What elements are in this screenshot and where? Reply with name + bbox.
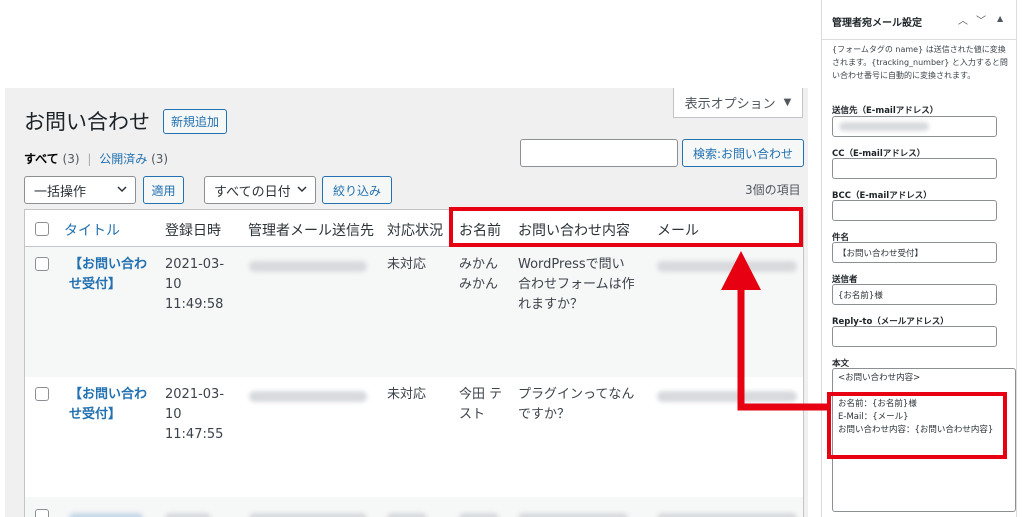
cutoff-status <box>387 513 427 517</box>
bulk-action-select[interactable]: 一括操作 <box>24 176 136 204</box>
search-button[interactable]: 検索:お問い合わせ <box>682 139 804 167</box>
blurred-admin-email <box>249 391 367 402</box>
row-checkbox[interactable] <box>35 387 49 401</box>
table-row <box>25 497 803 517</box>
column-title[interactable]: タイトル <box>64 220 120 240</box>
to-input[interactable] <box>832 116 997 137</box>
blurred-email <box>657 261 797 272</box>
body-line-1: <お問い合わせ内容> <box>838 373 921 383</box>
filter-published-link[interactable]: 公開済み <box>99 152 147 166</box>
screen-options-button[interactable]: 表示オプション ▼ <box>673 88 803 118</box>
filter-published-count: (3) <box>151 152 169 166</box>
date-filter-select[interactable]: すべての日付 <box>204 176 316 204</box>
screen-options-label: 表示オプション <box>684 97 776 112</box>
blurred-admin-email <box>249 513 367 517</box>
panel-description: {フォームタグの name} は送信された値に変換されます。{tracking_… <box>832 45 1008 80</box>
blurred-to-address <box>839 122 929 131</box>
row-status: 未対応 <box>387 257 427 272</box>
highlight-body-box <box>827 392 1007 459</box>
collapse-toggle-icon[interactable]: ▲ <box>997 14 1003 23</box>
row-checkbox[interactable] <box>35 509 49 517</box>
sender-input[interactable]: {お名前}様 <box>832 284 997 305</box>
table-row: 【お問い合わせ受付】 2021-03-10 11:49:58 未対応 みかん み… <box>25 247 803 377</box>
highlight-columns-box <box>449 207 803 247</box>
row-checkbox[interactable] <box>35 257 49 271</box>
row-name: 今田 テスト <box>459 387 503 422</box>
panel-header: 管理者宛メール設定 ︿ ﹀ ▲ <box>822 0 1016 40</box>
filter-button[interactable]: 絞り込み <box>322 176 392 204</box>
row-time: 11:49:58 <box>165 297 224 312</box>
column-admin-email: 管理者メール送信先 <box>248 223 374 239</box>
date-filter-value: すべての日付 <box>214 184 291 200</box>
replyto-input[interactable] <box>832 326 997 347</box>
cutoff-date <box>165 513 211 517</box>
cc-input[interactable] <box>832 158 997 179</box>
row-name: みかん みかん <box>459 257 499 292</box>
inquiry-table: タイトル 登録日時 管理者メール送信先 対応状況 お名前 お問い合わせ内容 メー… <box>24 209 804 517</box>
row-time: 11:47:55 <box>165 427 224 442</box>
add-new-button[interactable]: 新規追加 <box>163 109 228 134</box>
row-title-link[interactable]: 【お問い合わせ受付】 <box>69 385 151 425</box>
search-input[interactable] <box>520 139 678 167</box>
table-row: 【お問い合わせ受付】 2021-03-10 11:47:55 未対応 今田 テス… <box>25 377 803 497</box>
chevron-down-icon <box>117 186 127 193</box>
row-status: 未対応 <box>387 387 427 402</box>
chevron-down-icon <box>297 186 307 193</box>
row-title-link[interactable]: 【お問い合わせ受付】 <box>69 255 151 295</box>
filter-all-link[interactable]: すべて <box>24 152 59 166</box>
chevron-down-icon[interactable]: ﹀ <box>976 12 986 27</box>
status-filter-links: すべて (3) | 公開済み (3) <box>24 150 168 167</box>
bcc-input[interactable] <box>832 200 997 221</box>
cutoff-content <box>518 513 628 517</box>
row-content: WordPressで問い合わせフォームは作れますか？ <box>518 257 635 312</box>
row-content: プラグインってなんですか？ <box>518 387 635 422</box>
to-label: 送信先（E-mailアドレス） <box>832 106 939 116</box>
blurred-email <box>657 391 797 402</box>
blurred-admin-email <box>249 261 367 272</box>
caret-down-icon: ▼ <box>783 97 792 108</box>
panel-title: 管理者宛メール設定 <box>832 18 922 29</box>
row-date: 2021-03-10 <box>165 387 225 422</box>
column-date: 登録日時 <box>165 223 221 239</box>
bulk-action-value: 一括操作 <box>34 184 87 200</box>
chevron-up-icon[interactable]: ︿ <box>958 12 968 27</box>
cutoff-title <box>69 513 143 517</box>
items-count: 3個の項目 <box>745 183 801 197</box>
apply-button[interactable]: 適用 <box>143 176 184 204</box>
row-date: 2021-03-10 <box>165 257 225 292</box>
subject-input[interactable]: 【お問い合わせ受付】 <box>832 242 997 263</box>
cutoff-name <box>459 513 499 517</box>
filter-separator: | <box>87 152 92 166</box>
select-all-checkbox[interactable] <box>35 222 49 236</box>
blurred-email <box>657 513 797 517</box>
page-title: お問い合わせ <box>24 110 150 134</box>
column-status: 対応状況 <box>387 223 443 239</box>
filter-all-count: (3) <box>62 152 80 166</box>
